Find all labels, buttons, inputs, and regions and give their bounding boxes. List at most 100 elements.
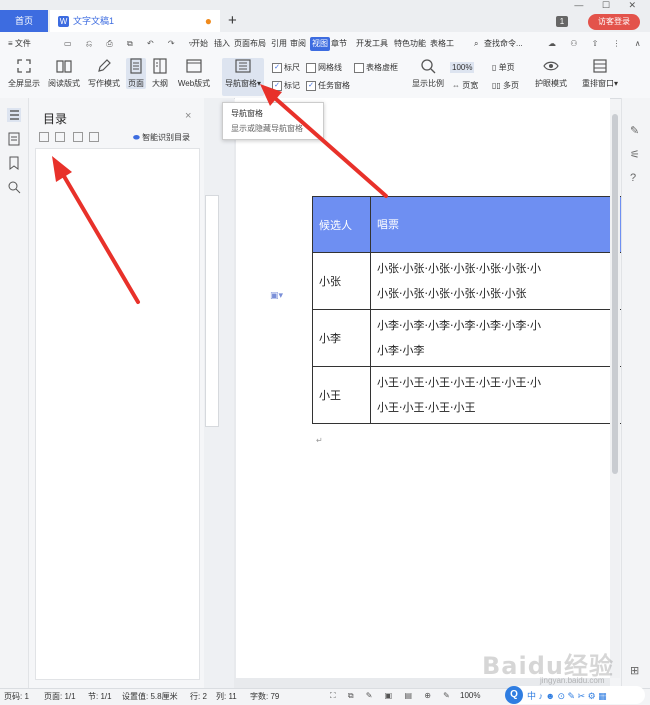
ime-logo-icon[interactable]: Q — [505, 686, 523, 704]
pen-tool-icon[interactable]: ✎ — [630, 124, 639, 137]
gridline-checkbox-label: 网格线 — [318, 63, 342, 72]
candidate-cell[interactable]: 小李 — [312, 309, 371, 367]
add-level-icon[interactable] — [73, 132, 83, 142]
visitor-login-button[interactable]: 访客登录 — [588, 14, 640, 30]
header-candidate[interactable]: 候选人 — [312, 196, 371, 253]
fullscreen-icon — [17, 59, 31, 73]
cloud-share-icons[interactable]: ☁ ⚇ ⇧ ⋮ ∧ — [548, 32, 647, 56]
remove-level-icon[interactable] — [89, 132, 99, 142]
status-pages[interactable]: 页面: 1/1 — [44, 691, 76, 702]
outline-button[interactable]: 大纲 — [150, 58, 170, 89]
search-command[interactable]: 查找命令... — [484, 32, 523, 56]
page-width-button[interactable]: ⇔ 页宽 — [452, 80, 478, 91]
view-mode-icons[interactable]: ⛶ ⧉ ✎ ▣ ▤ ⊕ ✎ — [330, 691, 455, 701]
menu-start[interactable]: 开始 — [192, 32, 208, 56]
write-mode-button[interactable]: 写作模式 — [86, 58, 122, 89]
collapse-icon[interactable] — [55, 132, 65, 142]
window-controls[interactable]: — ☐ ✕ — [574, 0, 644, 12]
find-icon[interactable] — [7, 180, 21, 194]
toc-close-button[interactable]: × — [185, 110, 191, 122]
menu-view[interactable]: 视图 — [310, 37, 330, 51]
votes-cell[interactable]: 小王·小王·小王·小王·小王·小王·小 小王·小王·小王·小王 — [370, 366, 624, 424]
status-words[interactable]: 字数: 79 — [250, 691, 279, 702]
eye-mode-button[interactable]: 护眼模式 — [533, 58, 569, 89]
task-pane-checkbox[interactable]: ✓ 任务窗格 — [306, 80, 350, 91]
toc-panel: 目录 × ⬬ 智能识别目录 — [29, 98, 204, 688]
menu-chapter[interactable]: 章节 — [331, 32, 347, 56]
votes-line: 小李·小李 — [377, 344, 425, 357]
status-zoom[interactable]: 100% — [460, 691, 480, 700]
bookmark-icon[interactable] — [7, 156, 21, 170]
ruler-checkbox-label: 标尺 — [284, 63, 300, 72]
zoom-ratio-label: 显示比例 — [412, 79, 444, 88]
toc-list[interactable] — [35, 148, 200, 680]
nav-pane-tooltip: 导航窗格 显示或隐藏导航窗格 — [222, 102, 324, 140]
votes-cell[interactable]: 小李·小李·小李·小李·小李·小李·小 小李·小李 — [370, 309, 624, 367]
web-layout-button[interactable]: Web版式 — [176, 58, 212, 89]
gridline-checkbox[interactable]: 网格线 — [306, 62, 342, 73]
page-view-button[interactable]: 页面 — [126, 58, 146, 89]
paragraph-handle-icon[interactable]: ▣▾ — [270, 290, 283, 301]
smart-toc-button[interactable]: ⬬ 智能识别目录 — [133, 132, 190, 143]
outline-label: 大纲 — [152, 79, 168, 88]
tooltip-description: 显示或隐藏导航窗格 — [231, 124, 303, 133]
page-count-badge[interactable]: 1 — [556, 16, 568, 27]
multi-page-label: 多页 — [503, 81, 520, 90]
header-votes[interactable]: 唱票 — [370, 196, 624, 253]
multi-page-button[interactable]: ▯▯ 多页 — [492, 80, 519, 91]
menu-review[interactable]: 审阅 — [290, 32, 306, 56]
ime-tools[interactable]: 中 ♪ ☻ ⊙ ✎ ✂ ⚙ ▦ — [527, 689, 607, 702]
settings-sliders-icon[interactable]: ⚟ — [630, 148, 640, 161]
table-frame-checkbox[interactable]: 表格虚框 — [354, 62, 398, 73]
search-icon: ⌕ — [474, 39, 479, 48]
ime-toolbar[interactable]: Q 中 ♪ ☻ ⊙ ✎ ✂ ⚙ ▦ — [505, 686, 645, 704]
read-layout-button[interactable]: 阅读版式 — [46, 58, 82, 89]
fullscreen-button[interactable]: 全屏显示 — [6, 58, 42, 89]
checkbox-icon — [306, 62, 316, 73]
status-page[interactable]: 页码: 1 — [4, 691, 29, 702]
status-setting[interactable]: 设置值: 5.8厘米 — [122, 691, 178, 702]
status-row[interactable]: 行: 2 — [190, 691, 207, 702]
checkbox-checked-icon: ✓ — [272, 62, 282, 73]
ruler-checkbox[interactable]: ✓ 标尺 — [272, 62, 300, 73]
vertical-ruler[interactable] — [205, 195, 219, 427]
task-pane-checkbox-label: 任务窗格 — [318, 81, 350, 90]
mark-checkbox[interactable]: ✓ 标记 — [272, 80, 300, 91]
chapter-icon[interactable] — [7, 132, 21, 146]
table-row: 小李 小李·小李·小李·小李·小李·小李·小 小李·小李 — [312, 309, 624, 367]
help-icon[interactable]: ? — [630, 172, 636, 184]
view-ribbon: 全屏显示 阅读版式 写作模式 页面 大纲 Web版式 导航窗格▾ ✓ 标尺 网格线… — [0, 56, 650, 99]
toc-list-icon[interactable] — [7, 108, 21, 122]
menu-developer[interactable]: 开发工具 — [356, 32, 388, 56]
status-section[interactable]: 节: 1/1 — [88, 691, 112, 702]
new-tab-button[interactable]: + — [228, 12, 237, 29]
file-menu[interactable]: ≡ 文件 — [8, 32, 31, 56]
vote-table[interactable]: 候选人 唱票 小张 小张·小张·小张·小张·小张·小张·小 小张·小张·小张·小张… — [312, 196, 624, 424]
quick-access-icons[interactable]: ▭ ⎌ ⎙ ⧉ ↶ ↷ ▿ — [64, 32, 199, 56]
tab-home[interactable]: 首页 — [0, 10, 48, 32]
multi-page-icon: ▯▯ — [492, 81, 504, 90]
candidate-cell[interactable]: 小张 — [312, 252, 371, 310]
single-page-button[interactable]: ▯ 单页 — [492, 62, 515, 73]
zoom-100-button[interactable]: 100% — [450, 62, 475, 73]
expand-icon[interactable] — [39, 132, 49, 142]
menu-bar: ≡ 文件 ▭ ⎌ ⎙ ⧉ ↶ ↷ ▿ 开始 插入 页面布局 引用 审阅 视图 章… — [0, 32, 650, 57]
checkbox-checked-icon: ✓ — [272, 80, 282, 91]
menu-reference[interactable]: 引用 — [271, 32, 287, 56]
menu-page-layout[interactable]: 页面布局 — [234, 32, 266, 56]
menu-features[interactable]: 特色功能 — [394, 32, 426, 56]
nav-pane-button[interactable]: 导航窗格▾ — [222, 58, 264, 96]
grid-apps-icon[interactable]: ⊞ — [630, 664, 639, 677]
menu-insert[interactable]: 插入 — [214, 32, 230, 56]
page-width-icon: ⇔ — [452, 81, 463, 90]
tab-document[interactable]: W 文字文稿1 ● — [50, 10, 220, 32]
zoom-ratio-button[interactable]: 显示比例 — [410, 58, 446, 89]
rearrange-window-button[interactable]: 重排窗口▾ — [580, 58, 620, 89]
scrollbar-thumb[interactable] — [612, 114, 618, 474]
votes-cell[interactable]: 小张·小张·小张·小张·小张·小张·小 小张·小张·小张·小张·小张·小张 — [370, 252, 624, 310]
zoom-100-label: 100% — [452, 63, 473, 72]
status-col[interactable]: 列: 11 — [216, 691, 237, 702]
votes-line: 小王·小王·小王·小王 — [377, 401, 476, 414]
candidate-cell[interactable]: 小王 — [312, 366, 371, 424]
menu-table-tools[interactable]: 表格工 — [430, 32, 454, 56]
